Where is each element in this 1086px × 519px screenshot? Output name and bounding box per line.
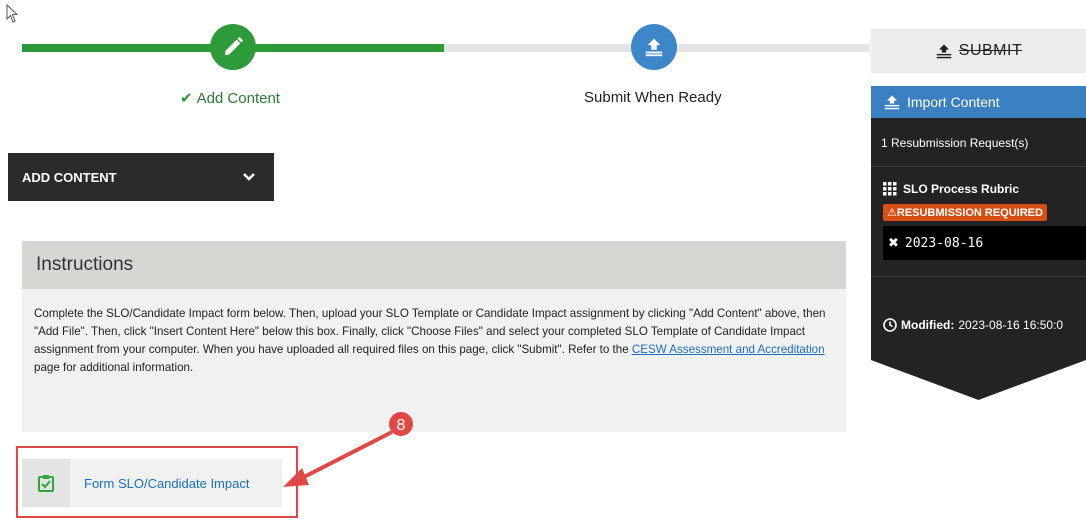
close-icon[interactable]: ✖ bbox=[888, 236, 899, 251]
modified-label: Modified: bbox=[901, 318, 955, 332]
upload-icon bbox=[645, 38, 663, 57]
upload-icon bbox=[884, 95, 900, 110]
instructions-title: Instructions bbox=[36, 254, 134, 275]
pencil-icon bbox=[224, 36, 244, 56]
step-submit-when-ready[interactable] bbox=[631, 24, 677, 70]
resubmission-count: 1 Resubmission Request(s) bbox=[881, 136, 1029, 150]
chevron-down-icon bbox=[243, 173, 255, 181]
import-content-label: Import Content bbox=[907, 94, 1000, 110]
modified-timestamp: Modified: 2023-08-16 16:50:0 bbox=[883, 318, 1063, 332]
add-content-dropdown[interactable]: ADD CONTENT bbox=[8, 153, 274, 201]
upload-icon bbox=[936, 44, 952, 59]
cesw-assessment-link[interactable]: CESW Assessment and Accreditation bbox=[632, 343, 825, 356]
annotation-highlight-box bbox=[16, 446, 298, 518]
submit-button[interactable]: SUBMIT bbox=[871, 29, 1086, 73]
resubmission-date-row[interactable]: ✖ 2023-08-16 bbox=[883, 226, 1086, 260]
step-add-content-label: ✔ Add Content bbox=[180, 90, 280, 107]
resubmission-date: 2023-08-16 bbox=[904, 235, 984, 251]
rubric-item[interactable]: SLO Process Rubric bbox=[883, 182, 1019, 196]
step-submit-when-ready-label: Submit When Ready bbox=[584, 89, 722, 106]
instructions-text: Complete the SLO/Candidate Impact form b… bbox=[34, 307, 826, 374]
rubric-name: SLO Process Rubric bbox=[903, 182, 1020, 196]
import-content-button[interactable]: Import Content bbox=[871, 86, 1086, 118]
add-content-label: ADD CONTENT bbox=[22, 169, 117, 185]
grid-icon bbox=[883, 182, 897, 196]
submit-label: SUBMIT bbox=[958, 42, 1023, 59]
resubmission-required-badge: ⚠RESUBMISSION REQUIRED bbox=[883, 204, 1047, 221]
instructions-header: Instructions bbox=[22, 241, 846, 289]
modified-value: 2023-08-16 16:50:0 bbox=[958, 318, 1064, 332]
divider bbox=[871, 166, 1086, 167]
divider bbox=[871, 276, 1086, 277]
clock-icon bbox=[883, 318, 897, 332]
check-icon: ✔ bbox=[180, 90, 193, 107]
step-add-content[interactable] bbox=[210, 24, 256, 70]
mouse-cursor-icon bbox=[6, 4, 19, 23]
warning-icon: ⚠ bbox=[887, 207, 897, 219]
